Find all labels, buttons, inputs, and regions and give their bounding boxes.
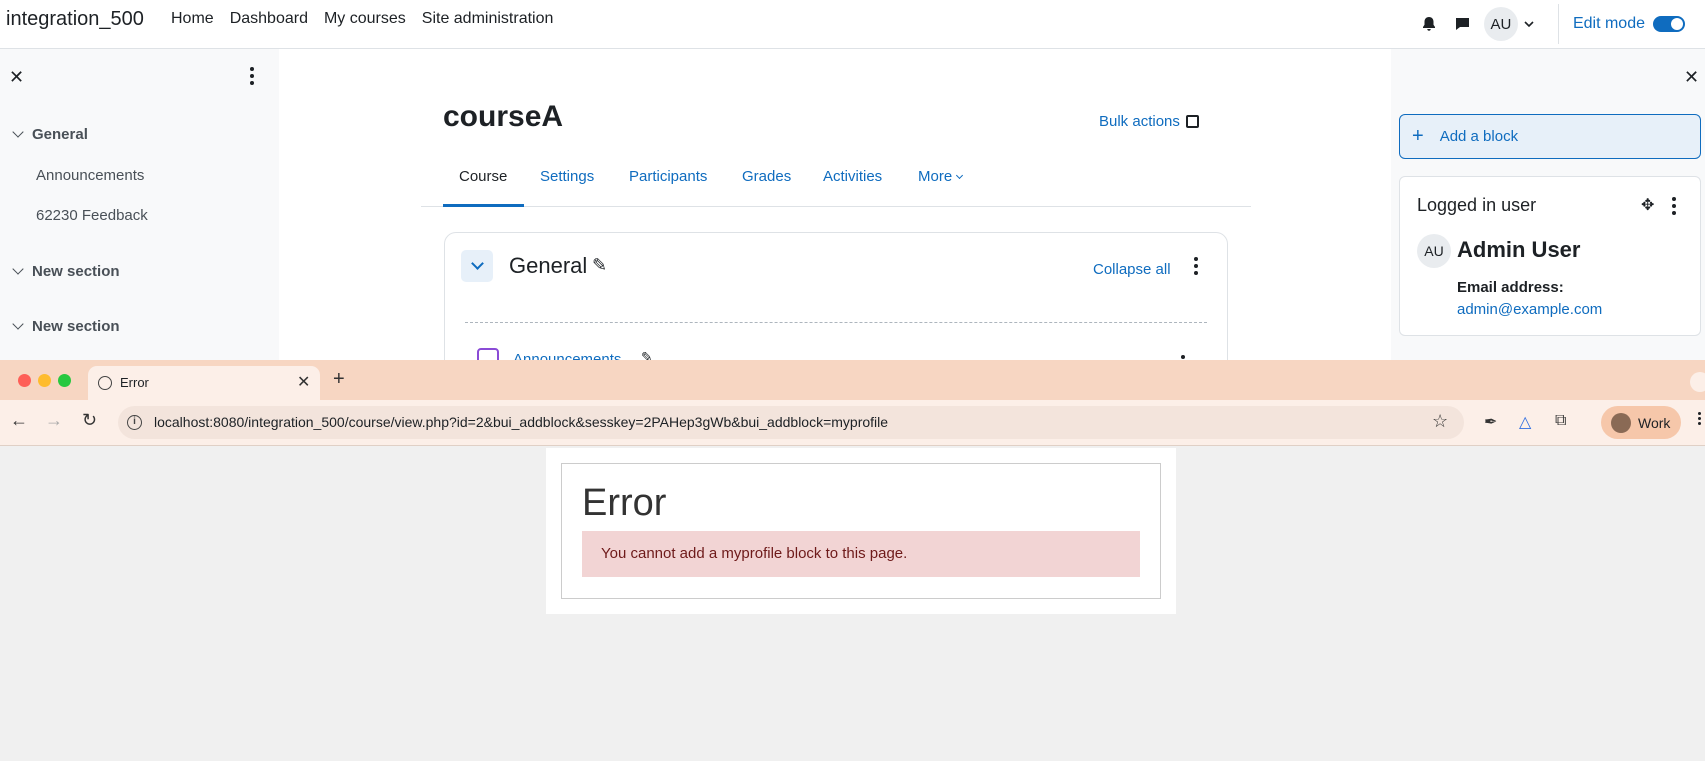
- logged-in-user-block: Logged in user ✥ AU Admin User Email add…: [1399, 176, 1701, 336]
- messages-icon[interactable]: [1446, 7, 1480, 41]
- browser-toolbar: ← → ↻ i localhost:8080/integration_500/c…: [0, 400, 1705, 446]
- pencil-icon[interactable]: ✎: [592, 255, 607, 276]
- close-icon[interactable]: ✕: [9, 67, 24, 88]
- close-tab-icon[interactable]: ✕: [297, 372, 310, 392]
- course-section-general: General ✎ Collapse all Announcements ✎: [444, 232, 1228, 360]
- course-index-section-general[interactable]: General: [12, 126, 88, 143]
- top-navbar: integration_500 Home Dashboard My course…: [0, 0, 1705, 49]
- nav-site-administration[interactable]: Site administration: [422, 10, 554, 28]
- navbar-right: AU Edit mode: [1412, 0, 1705, 48]
- forward-arrow-icon[interactable]: →: [45, 410, 63, 431]
- reload-icon[interactable]: ↻: [82, 410, 97, 431]
- chevron-down-icon: [12, 263, 24, 275]
- profile-avatar: [1611, 412, 1631, 433]
- minimize-window-button[interactable]: [38, 374, 51, 387]
- course-index-drawer: ✕ General Announcements 62230 Feedback N…: [0, 49, 279, 360]
- block-drawer: ✕ + Add a block Logged in user ✥ AU Admi…: [1391, 49, 1705, 360]
- error-message: You cannot add a myprofile block to this…: [582, 531, 1140, 577]
- browser-window: Error ✕ + ← → ↻ i localhost:8080/integra…: [0, 360, 1705, 761]
- pencil-icon[interactable]: ✎: [641, 349, 653, 360]
- block-user-avatar: AU: [1417, 234, 1451, 268]
- edit-mode-toggle[interactable]: [1653, 16, 1685, 32]
- tab-participants[interactable]: Participants: [629, 168, 707, 185]
- bookmark-star-icon[interactable]: ☆: [1432, 411, 1448, 432]
- address-bar[interactable]: i localhost:8080/integration_500/course/…: [118, 406, 1464, 439]
- bell-icon[interactable]: [1412, 7, 1446, 41]
- tab-activities[interactable]: Activities: [823, 168, 882, 185]
- course-title: courseA: [443, 100, 564, 133]
- tab-settings[interactable]: Settings: [540, 168, 594, 185]
- browser-tab-error[interactable]: Error ✕: [88, 366, 320, 400]
- error-panel: Error You cannot add a myprofile block t…: [561, 463, 1161, 599]
- active-tab-indicator: [443, 204, 524, 207]
- add-block-button[interactable]: + Add a block: [1399, 114, 1701, 159]
- error-heading: Error: [582, 482, 667, 524]
- chevron-down-icon: [12, 318, 24, 330]
- address-bar-url: localhost:8080/integration_500/course/vi…: [154, 414, 889, 430]
- navbar-divider: [1557, 4, 1559, 44]
- email-label: Email address:: [1457, 279, 1564, 296]
- browser-menu-kebab-icon[interactable]: [1698, 412, 1702, 425]
- close-icon[interactable]: ✕: [1684, 67, 1699, 88]
- activity-announcements-link[interactable]: Announcements: [513, 351, 621, 360]
- close-window-button[interactable]: [18, 374, 31, 387]
- browser-tabstrip: Error ✕ +: [0, 360, 1705, 400]
- drive-extension-icon[interactable]: △: [1519, 412, 1531, 432]
- chevron-down-icon: [470, 256, 484, 270]
- block-title: Logged in user: [1417, 195, 1537, 215]
- email-link[interactable]: admin@example.com: [1457, 301, 1602, 318]
- tab-course[interactable]: Course: [459, 168, 507, 185]
- section-kebab-icon[interactable]: [1194, 257, 1198, 275]
- browser-tab-title: Error: [120, 375, 149, 390]
- course-index-kebab-icon[interactable]: [250, 67, 254, 85]
- edit-mode-label: Edit mode: [1572, 15, 1645, 32]
- profile-label: Work: [1638, 414, 1671, 431]
- move-icon[interactable]: ✥: [1641, 195, 1654, 215]
- extensions-puzzle-icon[interactable]: ⧉: [1555, 412, 1566, 430]
- block-kebab-icon[interactable]: [1672, 197, 1676, 215]
- back-arrow-icon[interactable]: ←: [10, 410, 28, 431]
- site-brand[interactable]: integration_500: [6, 8, 144, 31]
- moodle-course-page: integration_500 Home Dashboard My course…: [0, 0, 1705, 360]
- collapse-all-link[interactable]: Collapse all: [1093, 261, 1171, 278]
- section-title: General: [509, 253, 588, 278]
- course-index-section-new-2[interactable]: New section: [12, 318, 120, 335]
- course-index-section-new-1[interactable]: New section: [12, 263, 120, 280]
- course-index-item-announcements[interactable]: Announcements: [36, 167, 144, 184]
- chevron-down-icon: [956, 171, 964, 180]
- maximize-window-button[interactable]: [58, 374, 71, 387]
- bulk-actions-label: Bulk actions: [1099, 113, 1180, 130]
- section-collapse-toggle[interactable]: [461, 250, 493, 282]
- primary-navigation: Home Dashboard My courses Site administr…: [171, 10, 553, 28]
- plus-icon: +: [1412, 125, 1424, 147]
- bulk-edit-icon: [1185, 115, 1199, 128]
- tab-search-chevron-icon[interactable]: [1690, 372, 1705, 392]
- add-block-label: Add a block: [1439, 128, 1519, 145]
- block-user-name: Admin User: [1457, 237, 1581, 262]
- tab-more[interactable]: More: [918, 168, 964, 185]
- nav-my-courses[interactable]: My courses: [324, 10, 406, 28]
- site-info-icon[interactable]: i: [127, 415, 142, 430]
- forum-icon: [477, 348, 499, 360]
- bulk-actions-button[interactable]: Bulk actions: [1099, 113, 1199, 130]
- error-page: Error You cannot add a myprofile block t…: [546, 448, 1176, 614]
- new-tab-icon[interactable]: +: [333, 368, 345, 391]
- tab-grades[interactable]: Grades: [742, 168, 791, 185]
- user-menu-chevron-down-icon[interactable]: [1518, 7, 1540, 41]
- user-avatar[interactable]: AU: [1483, 7, 1518, 41]
- nav-dashboard[interactable]: Dashboard: [230, 10, 308, 28]
- course-index-item-feedback[interactable]: 62230 Feedback: [36, 207, 148, 224]
- profile-button[interactable]: Work: [1601, 406, 1681, 439]
- chevron-down-icon: [12, 126, 24, 138]
- globe-icon: [98, 376, 112, 390]
- nav-home[interactable]: Home: [171, 10, 214, 28]
- course-tabs: Course Settings Participants Grades Acti…: [421, 160, 1251, 207]
- eyedropper-extension-icon[interactable]: ✒: [1484, 412, 1497, 432]
- section-divider: [465, 322, 1207, 323]
